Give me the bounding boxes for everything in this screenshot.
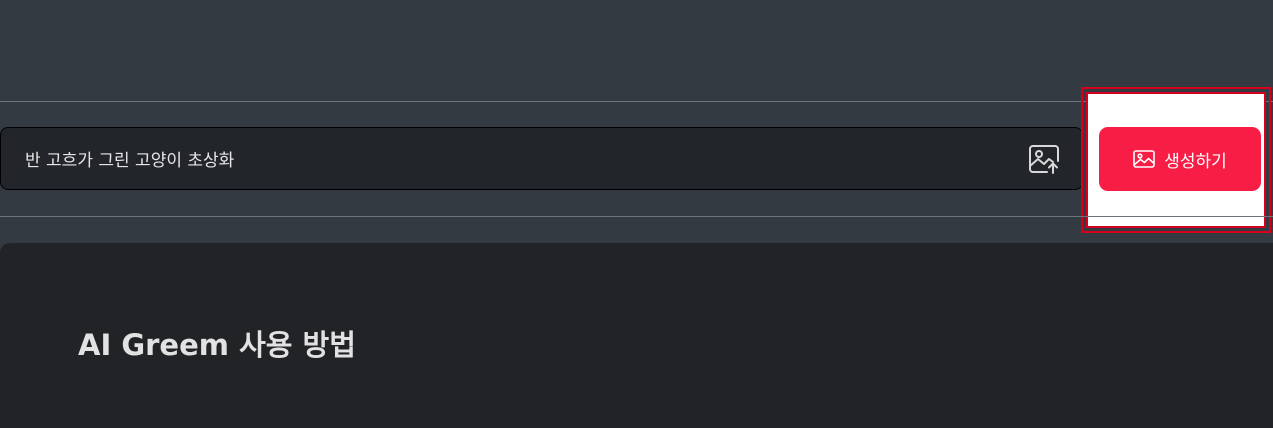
image-icon [1133, 150, 1156, 168]
page: 생성하기 AI Greem 사용 방법 [0, 0, 1273, 428]
prompt-input[interactable] [25, 128, 1015, 189]
top-divider [0, 101, 1273, 102]
image-upload-icon [1029, 145, 1059, 174]
generate-button-label: 생성하기 [1164, 151, 1227, 172]
generate-button[interactable]: 생성하기 [1099, 127, 1261, 191]
image-upload-button[interactable] [1028, 144, 1060, 174]
usage-guide-title: AI Greem 사용 방법 [78, 328, 356, 362]
prompt-bar [0, 127, 1083, 190]
usage-guide-panel: AI Greem 사용 방법 [0, 243, 1273, 428]
bottom-divider [0, 216, 1273, 217]
